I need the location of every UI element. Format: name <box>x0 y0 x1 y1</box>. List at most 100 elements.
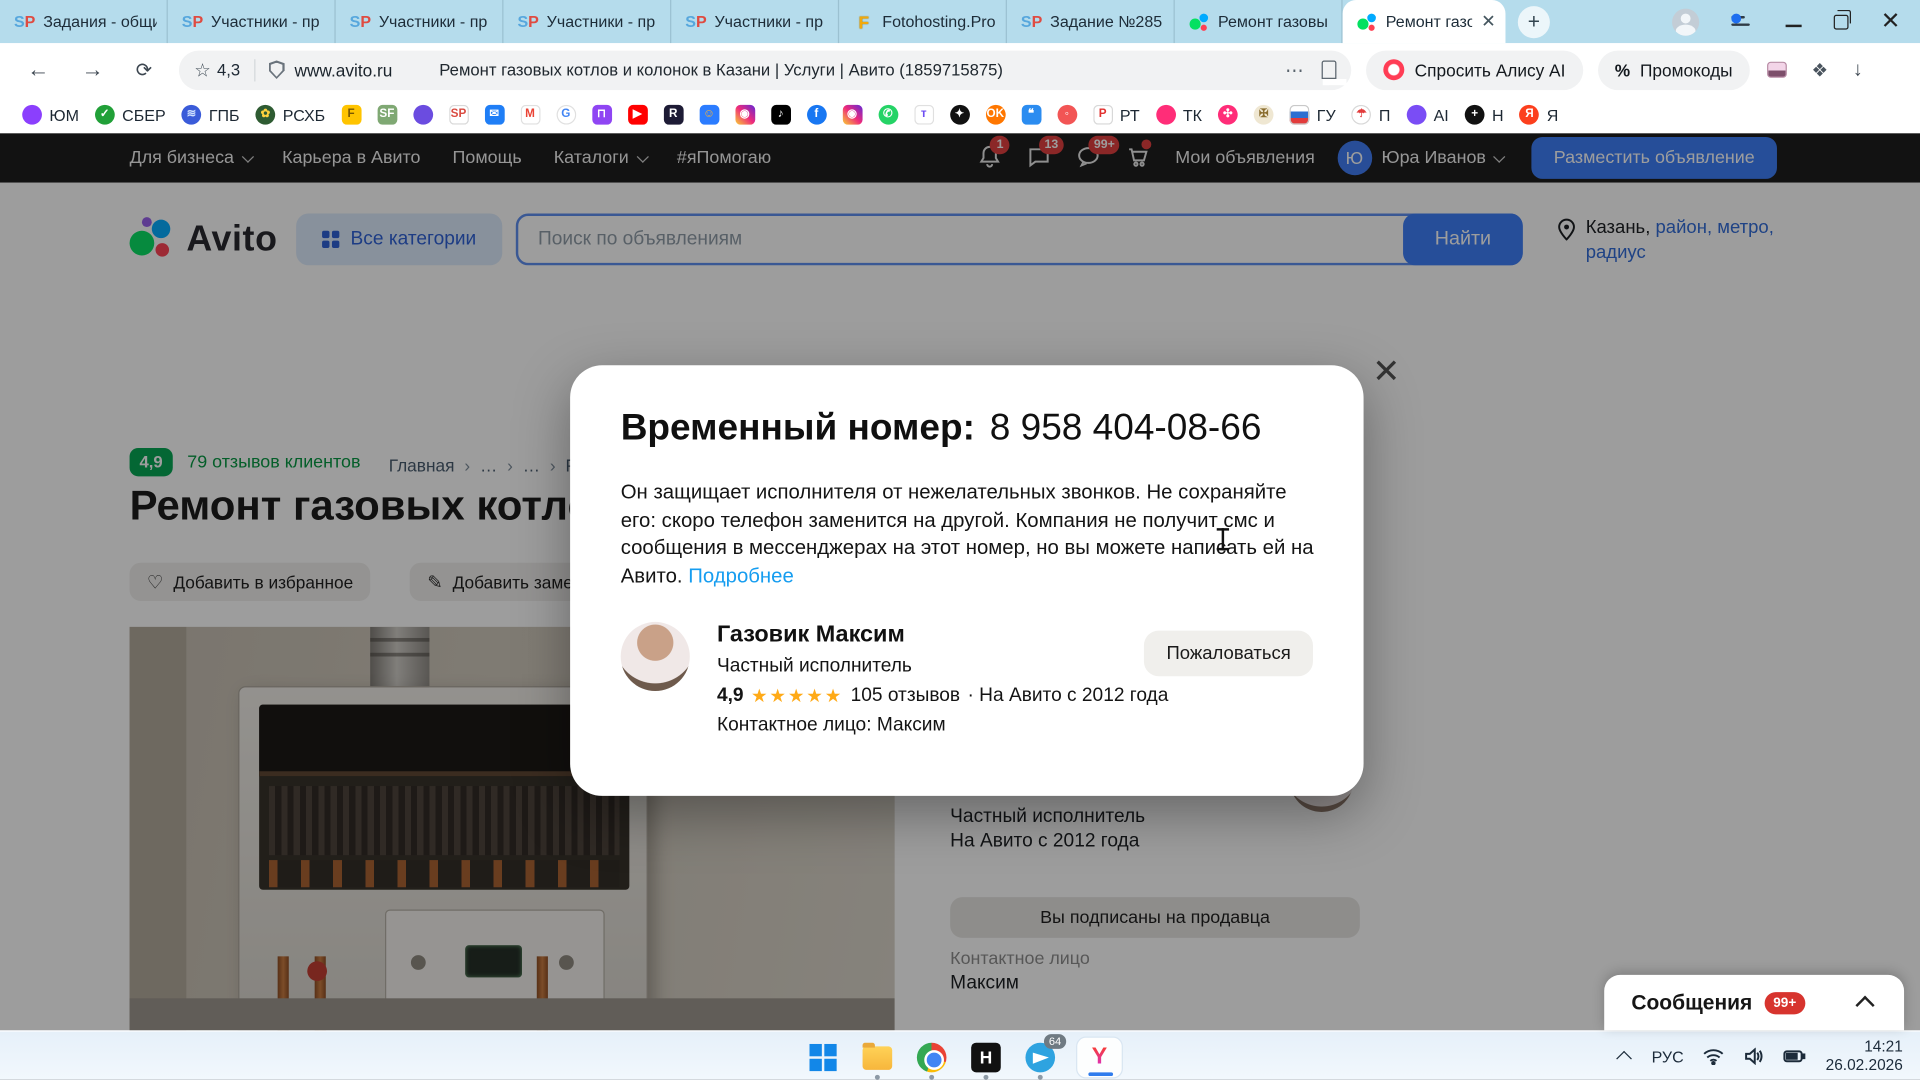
temp-phone-number: 8 958 404-08-66 <box>990 407 1262 448</box>
bookmark-favicon <box>1406 105 1426 125</box>
browser-menu-icon[interactable] <box>1731 13 1753 30</box>
bookmark-favicon: ≋ <box>182 105 202 125</box>
tab-list: SPЗадания - общиSPУчастники - прSPУчастн… <box>0 0 1343 43</box>
bookmark-РСХБ[interactable]: ✿РСХБ <box>256 105 326 125</box>
active-tab[interactable]: Ремонт газо ✕ <box>1343 0 1506 43</box>
new-tab-button[interactable]: + <box>1518 6 1550 38</box>
keyboard-language[interactable]: РУС <box>1652 1047 1684 1066</box>
bookmark[interactable]: ⊓ <box>592 105 612 125</box>
wifi-icon[interactable] <box>1703 1048 1724 1065</box>
url-host[interactable]: www.avito.ru <box>294 60 392 80</box>
reload-button[interactable]: ⟳ <box>136 57 153 82</box>
minimize-button[interactable] <box>1786 24 1802 26</box>
downloads-icon[interactable]: ↓ <box>1853 59 1863 81</box>
telegram-icon[interactable]: 64 <box>1022 1039 1059 1076</box>
modal-seller-name[interactable]: Газовик Максим <box>717 622 1168 649</box>
url-field[interactable]: ☆ 4,3 www.avito.ru Ремонт газовых котлов… <box>179 50 1351 89</box>
avito-favicon <box>1190 12 1210 32</box>
windows-taskbar: H 64 Y РУС 14:21 26.02.2026 <box>0 1030 1920 1079</box>
screenshot-icon[interactable] <box>1767 62 1787 78</box>
chrome-icon[interactable] <box>913 1039 950 1076</box>
tray-expand-icon[interactable] <box>1617 1050 1633 1066</box>
taskbar-clock[interactable]: 14:21 26.02.2026 <box>1826 1038 1903 1075</box>
bookmark-ГУ[interactable]: ГУ <box>1290 105 1336 125</box>
bookmark[interactable] <box>413 105 433 125</box>
bookmark-ЮМ[interactable]: ЮМ <box>22 105 79 125</box>
bookmark-page-icon[interactable] <box>1322 60 1337 79</box>
bookmark-favicon: ◦ <box>1057 105 1077 125</box>
browser-tab[interactable]: Ремонт газовы <box>1175 0 1343 43</box>
tab-close-icon[interactable]: ✕ <box>1481 11 1495 32</box>
bookmark-favicon: + <box>1465 105 1485 125</box>
bookmark-AI[interactable]: AI <box>1406 105 1448 125</box>
close-window-button[interactable]: ✕ <box>1881 10 1901 33</box>
browser-profile-icon[interactable] <box>1672 8 1699 35</box>
bookmark-ГПБ[interactable]: ≋ГПБ <box>182 105 240 125</box>
modal-stars-icon: ★★★★★ <box>751 685 843 707</box>
messages-dock[interactable]: Сообщения 99+ <box>1604 975 1904 1031</box>
modal-seller-avatar[interactable] <box>621 622 690 691</box>
expand-chevron-icon[interactable] <box>1855 996 1874 1015</box>
text-cursor <box>1217 528 1229 550</box>
bookmark-favicon: ✿ <box>256 105 276 125</box>
modal-close-icon[interactable]: ✕ <box>1372 355 1400 388</box>
bookmark[interactable]: ✣ <box>1218 105 1238 125</box>
url-more-icon[interactable]: ⋯ <box>1285 59 1305 81</box>
bookmark[interactable]: ❝ <box>1021 105 1041 125</box>
bookmark[interactable]: M <box>520 105 540 125</box>
bookmark-favicon: ◉ <box>735 105 755 125</box>
bookmark-СБЕР[interactable]: ✓СБЕР <box>95 105 166 125</box>
site-security-shield-icon[interactable] <box>269 60 285 79</box>
forward-button[interactable]: → <box>81 57 103 83</box>
bookmark[interactable]: ✦ <box>950 105 970 125</box>
bookmark[interactable]: ✠ <box>1254 105 1274 125</box>
restore-button[interactable] <box>1834 14 1849 29</box>
browser-tab[interactable]: SPУчастники - пр <box>671 0 839 43</box>
report-button[interactable]: Пожаловаться <box>1144 631 1313 677</box>
bookmark[interactable]: т <box>914 105 934 125</box>
bookmark[interactable]: ✉ <box>484 105 504 125</box>
more-link[interactable]: Подробнее <box>688 565 794 587</box>
bookmark[interactable]: ◉ <box>735 105 755 125</box>
bookmark[interactable]: ◦ <box>1057 105 1077 125</box>
modal-seller-contact: Контактное лицо: Максим <box>717 714 1168 736</box>
browser-tab[interactable]: SPУчастники - пр <box>168 0 336 43</box>
bookmark[interactable]: SP <box>449 105 469 125</box>
bookmark[interactable]: F <box>341 105 361 125</box>
bookmark[interactable]: SF <box>377 105 397 125</box>
yandex-browser-icon[interactable]: Y <box>1076 1037 1123 1079</box>
bookmark[interactable]: OK <box>985 105 1005 125</box>
bookmark-Я[interactable]: ЯЯ <box>1520 105 1559 125</box>
browser-tab[interactable]: SPУчастники - пр <box>336 0 504 43</box>
bookmark[interactable]: ☺ <box>699 105 719 125</box>
bookmark-П[interactable]: ☂П <box>1352 105 1391 125</box>
volume-icon[interactable] <box>1744 1048 1764 1065</box>
battery-icon[interactable] <box>1784 1049 1806 1064</box>
bookmark[interactable]: f <box>806 105 826 125</box>
avito-favicon <box>1357 12 1377 32</box>
bookmark-favicon: Я <box>1520 105 1540 125</box>
browser-tab[interactable]: FFotohosting.Pro <box>839 0 1007 43</box>
bookmark-Н[interactable]: +Н <box>1465 105 1504 125</box>
start-button[interactable] <box>805 1039 842 1076</box>
extensions-icon[interactable]: ❖ <box>1812 59 1829 81</box>
alice-button[interactable]: Спросить Алису AI <box>1367 50 1583 89</box>
bookmark-favicon: ♪ <box>771 105 791 125</box>
bookmark[interactable]: ✆ <box>878 105 898 125</box>
bookmark-РТ[interactable]: РРТ <box>1093 105 1140 125</box>
bookmark[interactable]: G <box>556 105 576 125</box>
browser-tab[interactable]: SPЗадание №285 <box>1007 0 1175 43</box>
browser-tab[interactable]: SPУчастники - пр <box>503 0 671 43</box>
browser-tab[interactable]: SPЗадания - общи <box>0 0 168 43</box>
modal-seller-reviews[interactable]: 105 отзывов <box>851 685 960 707</box>
bookmark[interactable]: ♪ <box>771 105 791 125</box>
h-app-icon[interactable]: H <box>967 1039 1004 1076</box>
bookmark[interactable]: R <box>663 105 683 125</box>
file-explorer-icon[interactable] <box>859 1039 896 1076</box>
promo-button[interactable]: % Промокоды <box>1597 50 1749 89</box>
back-button[interactable]: ← <box>27 57 49 83</box>
bookmark[interactable]: ▶ <box>628 105 648 125</box>
bookmark-ТК[interactable]: ТК <box>1156 105 1202 125</box>
bookmark-favicon: ⊓ <box>592 105 612 125</box>
bookmark[interactable]: ◉ <box>842 105 862 125</box>
